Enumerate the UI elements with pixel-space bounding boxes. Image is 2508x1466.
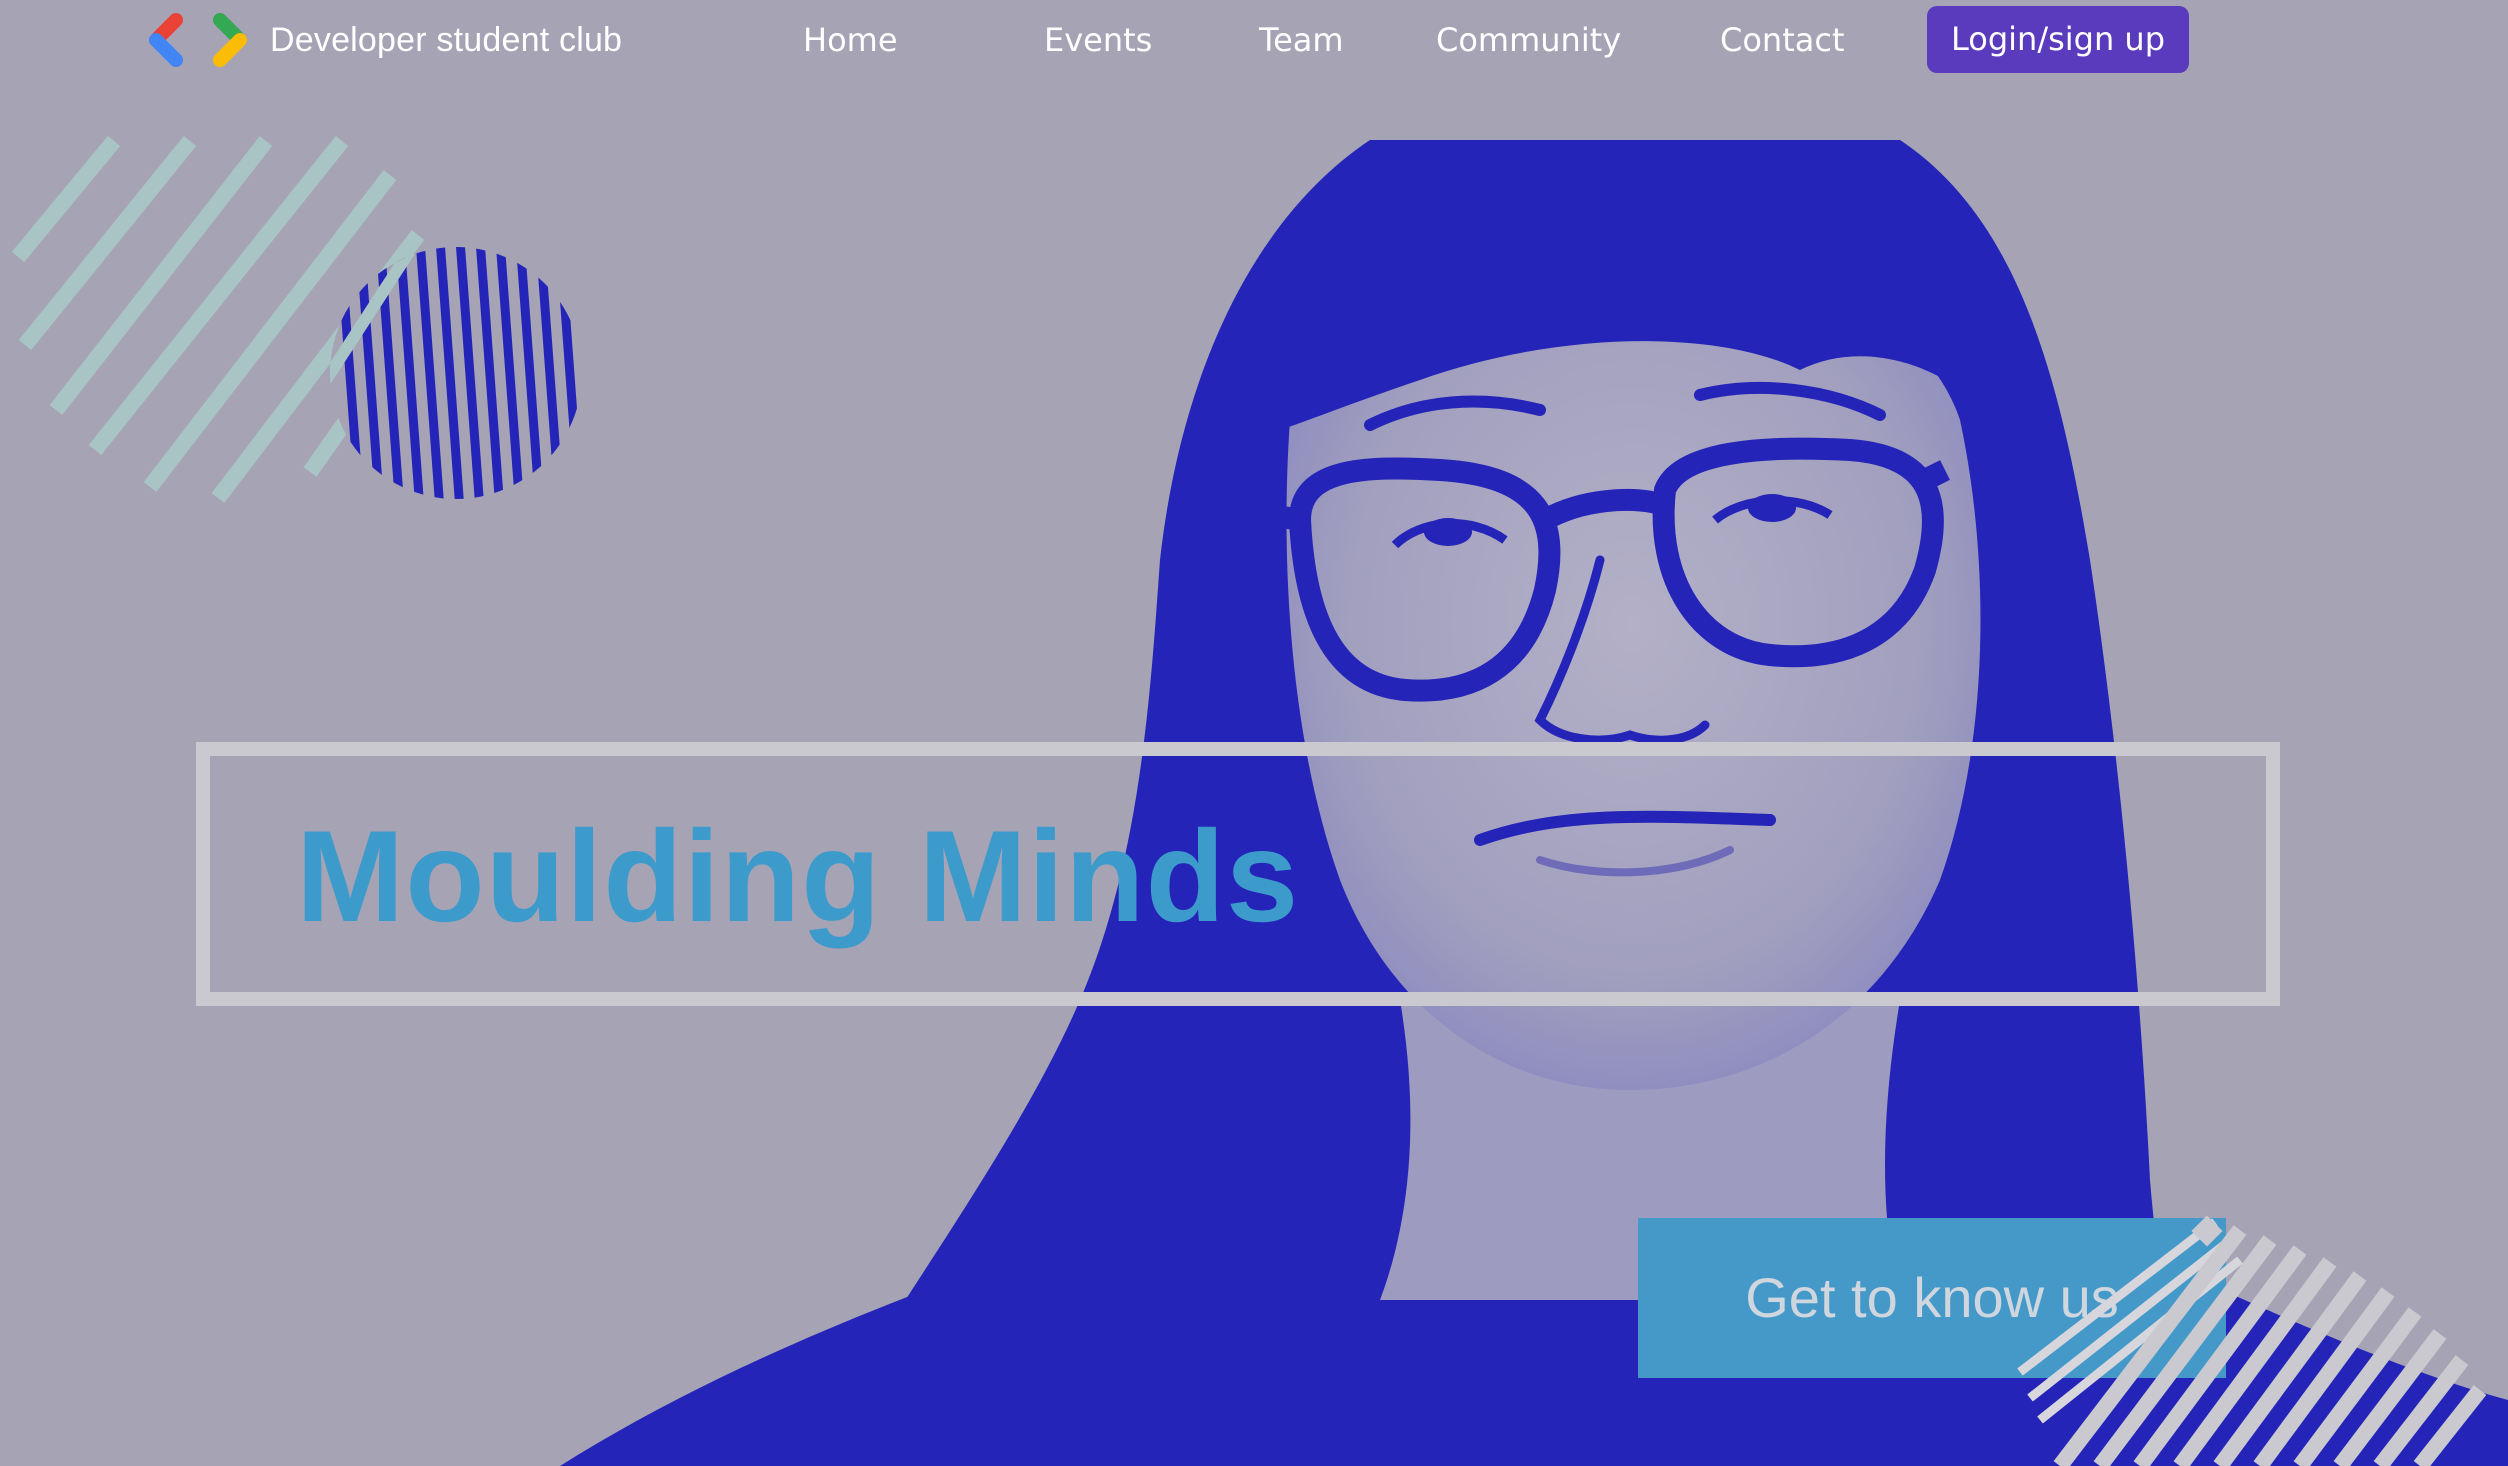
nav-link-events[interactable]: Events: [1044, 16, 1152, 64]
top-navbar: Developer student club Home Events Team …: [0, 0, 2508, 80]
brand[interactable]: Developer student club: [148, 10, 622, 70]
hero-section: Moulding Minds Get to know us: [0, 0, 2508, 1466]
nav-link-community[interactable]: Community: [1436, 16, 1621, 64]
brand-name: Developer student club: [270, 20, 623, 59]
login-signup-button[interactable]: Login/sign up: [1927, 6, 2189, 73]
google-developers-logo-icon: [149, 13, 247, 67]
hero-headline: Moulding Minds: [296, 803, 1300, 949]
nav-link-home[interactable]: Home: [803, 16, 898, 64]
get-to-know-us-button[interactable]: Get to know us: [1638, 1218, 2226, 1378]
striped-circle-decoration: [330, 247, 582, 499]
nav-link-team[interactable]: Team: [1259, 16, 1344, 64]
nav-link-contact[interactable]: Contact: [1720, 16, 1845, 64]
